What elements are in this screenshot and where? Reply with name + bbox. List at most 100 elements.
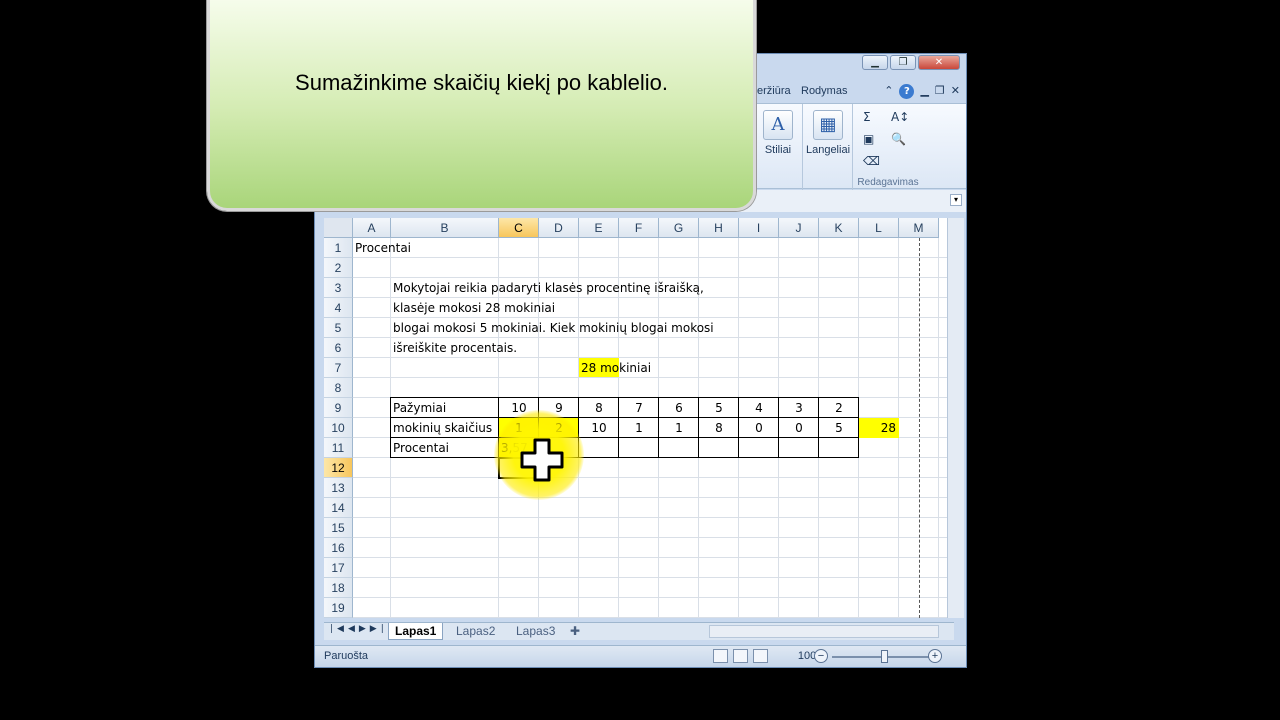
cross-cursor-icon [520,438,564,482]
cells-group: ▦ Langeliai [803,104,853,190]
table-row-line [391,437,859,438]
sheet-tab-lapas1[interactable]: Lapas1 [388,623,444,640]
ribbon-tab-icons: ⌃ ? ▁ ❐ ✕ [884,84,960,99]
editing-group: Σ A↕ ▣ 🔍 ⌫ Redagavimas [853,104,923,190]
sheet-nav-arrows[interactable]: |◀◀▶▶| [330,624,388,634]
workbook-minimize-icon[interactable]: ▁ [920,84,928,99]
row-header-17[interactable]: 17 [324,558,353,578]
zoom-slider-thumb[interactable] [881,650,888,663]
window-controls: ▁ ❐ ✕ [862,55,960,70]
page-break-view-icon[interactable] [753,649,768,663]
sheet-tab-lapas3[interactable]: Lapas3 [510,623,561,640]
table-column-line [618,398,619,458]
table-column-line [658,398,659,458]
row-header-14[interactable]: 14 [324,498,353,518]
restore-button[interactable]: ❐ [890,55,916,70]
normal-view-icon[interactable] [713,649,728,663]
row-header-9[interactable]: 9 [324,398,353,418]
gridline-horizontal [353,617,954,618]
workbook-restore-icon[interactable]: ❐ [935,84,945,99]
row-header-12[interactable]: 12 [324,458,353,478]
gridline-horizontal [353,477,954,478]
styles-icon: A [763,110,793,140]
select-all-corner[interactable] [324,218,353,238]
cell-e7[interactable]: 28 mokiniai [579,358,659,378]
table-column-line [778,398,779,458]
sort-filter-icon[interactable]: A↕ [891,110,909,124]
row-header-8[interactable]: 8 [324,378,353,398]
cell-b6[interactable]: išreiškite procentais. [391,338,731,358]
table-row-line [391,417,859,418]
autosum-icon[interactable]: Σ [863,110,871,124]
row-header-11[interactable]: 11 [324,438,353,458]
tab-view[interactable]: Rodymas [801,85,847,97]
zoom-out-button[interactable]: − [814,649,828,663]
cells-label: Langeliai [805,144,851,156]
table-column-line [818,398,819,458]
cell-a1[interactable]: Procentai [353,238,503,258]
styles-group: A Stiliai [753,104,803,190]
close-button[interactable]: ✕ [918,55,960,70]
cell-b4[interactable]: klasėje mokosi 28 mokiniai [391,298,731,318]
sheet-tab-lapas2[interactable]: Lapas2 [450,623,501,640]
row-header-7[interactable]: 7 [324,358,353,378]
column-header-c[interactable]: C [499,218,539,238]
row-header-18[interactable]: 18 [324,578,353,598]
instruction-callout: Sumažinkime skaičių kiekį po kablelio. [207,0,756,211]
expand-formula-bar-icon[interactable]: ▾ [950,194,962,206]
cell-l10[interactable]: 28 [859,418,899,438]
row-header-19[interactable]: 19 [324,598,353,618]
help-icon[interactable]: ? [899,84,915,99]
insert-sheet-icon[interactable]: ✚ [564,623,586,640]
collapse-ribbon-icon[interactable]: ⌃ [884,84,893,99]
cells-button[interactable]: ▦ Langeliai [803,110,853,156]
gridline-vertical [938,238,939,618]
row-header-16[interactable]: 16 [324,538,353,558]
cell-b3[interactable]: Mokytojai reikia padaryti klasės procent… [391,278,731,298]
status-text: Paruošta [324,650,369,662]
row-header-6[interactable]: 6 [324,338,353,358]
worksheet-grid[interactable]: A B C D E F G H I J K L M 1 2 3 4 5 6 7 8 9 10 11 12 13 14 15 16 17 18… [324,218,954,618]
page-layout-view-icon[interactable] [733,649,748,663]
zoom-in-button[interactable]: + [928,649,942,663]
column-header-g[interactable]: G [659,218,699,238]
column-header-b[interactable]: B [391,218,499,238]
page-break-line [919,238,920,618]
gridline-horizontal [353,517,954,518]
column-header-l[interactable]: L [859,218,899,238]
column-header-d[interactable]: D [539,218,579,238]
table-column-line [698,398,699,458]
row-header-2[interactable]: 2 [324,258,353,278]
column-header-e[interactable]: E [579,218,619,238]
horizontal-scrollbar[interactable] [709,625,939,638]
column-header-m[interactable]: M [899,218,939,238]
fill-icon[interactable]: ▣ [863,132,874,146]
row-header-5[interactable]: 5 [324,318,353,338]
row-header-13[interactable]: 13 [324,478,353,498]
vertical-scrollbar[interactable] [947,218,964,618]
tab-review[interactable]: eržiūra [757,85,791,97]
row-header-10[interactable]: 10 [324,418,353,438]
status-bar: Paruošta 100% − + [315,645,966,667]
minimize-button[interactable]: ▁ [862,55,888,70]
grade-table-border [390,397,859,458]
callout-text: Sumažinkime skaičių kiekį po kablelio. [295,70,668,95]
gridline-horizontal [353,577,954,578]
column-header-h[interactable]: H [699,218,739,238]
cell-b5[interactable]: blogai mokosi 5 mokiniai. Kiek mokinių b… [391,318,731,338]
find-select-icon[interactable]: 🔍 [891,132,906,146]
row-header-4[interactable]: 4 [324,298,353,318]
column-header-j[interactable]: J [779,218,819,238]
styles-button[interactable]: A Stiliai [761,110,795,156]
row-header-3[interactable]: 3 [324,278,353,298]
column-header-a[interactable]: A [353,218,391,238]
row-header-15[interactable]: 15 [324,518,353,538]
column-header-i[interactable]: I [739,218,779,238]
cells-icon: ▦ [813,110,843,140]
row-header-1[interactable]: 1 [324,238,353,258]
column-header-f[interactable]: F [619,218,659,238]
workbook-close-icon[interactable]: ✕ [951,84,960,99]
column-header-k[interactable]: K [819,218,859,238]
gridline-horizontal [353,557,954,558]
clear-icon[interactable]: ⌫ [863,154,880,168]
